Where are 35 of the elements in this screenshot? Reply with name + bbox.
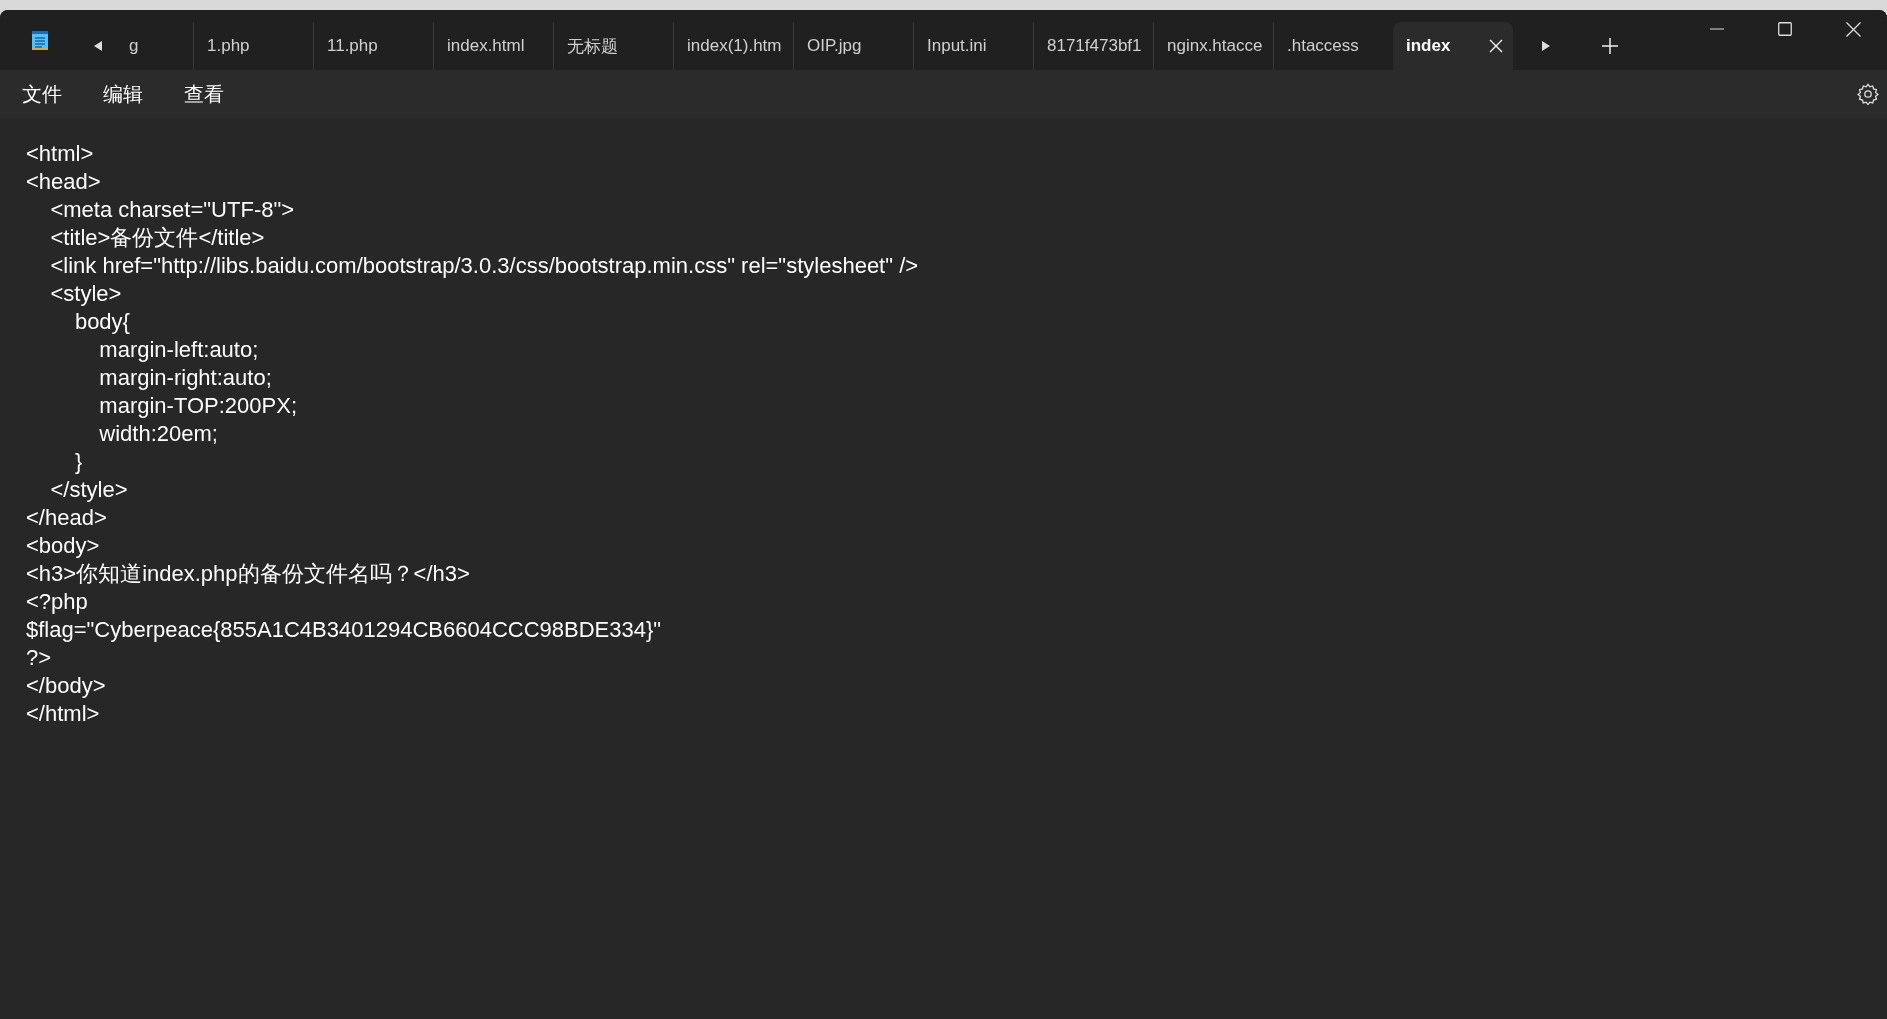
code-line: <?php (26, 588, 88, 616)
code-line: <h3>你知道index.php的备份文件名吗？</h3> (26, 560, 470, 588)
menu-item[interactable]: 文件 (8, 76, 76, 112)
code-line: <body> (26, 532, 100, 560)
close-icon (1845, 21, 1861, 37)
code-line: <html> (26, 140, 94, 168)
code-line: margin-TOP:200PX; (98, 392, 298, 420)
code-line: margin-left:auto; (98, 336, 259, 364)
maximize-icon (1778, 22, 1792, 36)
left-triangle-icon (94, 41, 102, 51)
code-line: $flag="Cyberpeace{855A1C4B3401294CB6604CCC98BDE334}" (26, 616, 662, 644)
code-line: ?> (26, 644, 52, 672)
right-triangle-icon (1542, 41, 1550, 51)
code-line: <style> (49, 280, 122, 308)
code-line: </head> (26, 504, 107, 532)
plus-icon (1602, 38, 1618, 54)
code-line: <head> (26, 168, 101, 196)
menu-item[interactable]: 查看 (170, 76, 238, 112)
settings-icon[interactable] (1857, 83, 1879, 105)
menu-item[interactable]: 编辑 (89, 76, 157, 112)
tab[interactable]: index (1393, 22, 1513, 70)
tab[interactable]: g (116, 22, 193, 70)
code-line: </html> (26, 700, 100, 728)
notepad-icon (31, 29, 49, 51)
code-line: width:20em; (98, 420, 218, 448)
minimize-icon (1710, 28, 1724, 30)
code-line: </body> (26, 672, 106, 700)
code-line: <link href="http://libs.baidu.com/bootstrap/3.0.3/css/bootstrap.min.css" rel="stylesheet" /> (49, 252, 919, 280)
code-line: <title>备份文件</title> (49, 224, 265, 252)
code-line: </style> (49, 476, 128, 504)
close-tab-icon[interactable] (1489, 39, 1503, 53)
code-line: body{ (73, 308, 130, 336)
code-line: margin-right:auto; (98, 364, 272, 392)
code-line: <meta charset="UTF-8"> (49, 196, 295, 224)
code-line: } (73, 448, 83, 476)
